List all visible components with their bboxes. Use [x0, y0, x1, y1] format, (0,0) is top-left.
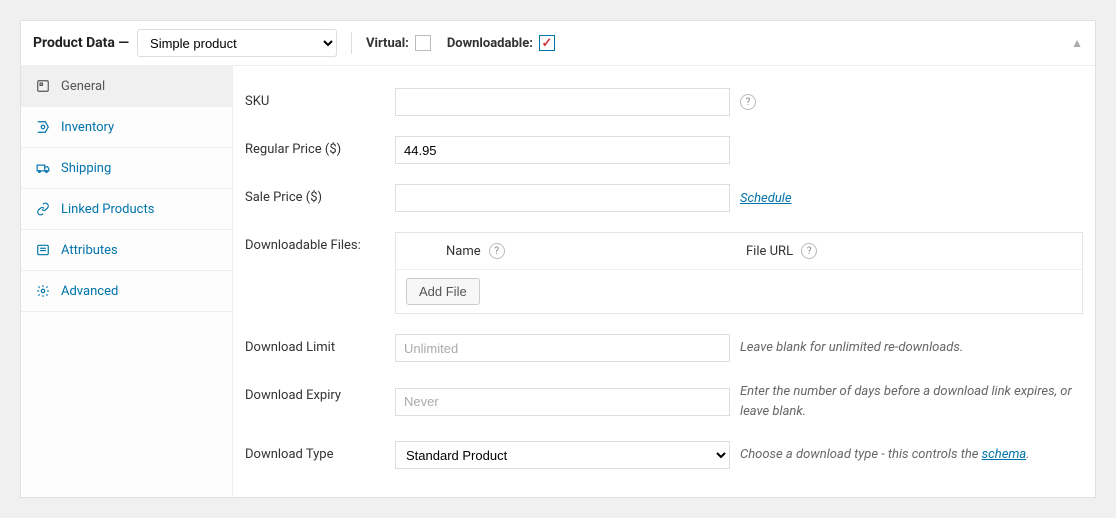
row-regular-price: Regular Price ($) — [233, 126, 1095, 174]
virtual-checkbox-wrap: Virtual: — [366, 35, 431, 51]
download-type-select[interactable]: Standard Product — [395, 441, 730, 469]
row-download-limit: Download Limit Leave blank for unlimited… — [233, 324, 1095, 372]
schema-link[interactable]: schema — [982, 447, 1027, 462]
truck-icon — [35, 160, 51, 176]
files-header: Name ? File URL ? — [396, 233, 1082, 270]
downloadable-checkbox[interactable] — [539, 35, 555, 51]
download-type-label: Download Type — [245, 441, 395, 462]
tab-inventory[interactable]: Inventory — [21, 107, 232, 148]
tab-label: Shipping — [61, 161, 111, 176]
col-url-label: File URL — [746, 244, 793, 259]
col-name: Name ? — [446, 243, 746, 259]
tab-content-general: SKU ? Regular Price ($) Sale Price ($) S… — [233, 66, 1095, 497]
tab-linked-products[interactable]: Linked Products — [21, 189, 232, 230]
list-icon — [35, 242, 51, 258]
download-expiry-input[interactable] — [395, 388, 730, 416]
downloadable-label: Downloadable: — [447, 36, 533, 51]
add-file-button[interactable]: Add File — [406, 278, 480, 305]
schedule-link[interactable]: Schedule — [740, 191, 792, 206]
tab-shipping[interactable]: Shipping — [21, 148, 232, 189]
tab-label: General — [61, 79, 105, 94]
link-icon — [35, 201, 51, 217]
collapse-icon[interactable]: ▲ — [1071, 36, 1083, 50]
virtual-label: Virtual: — [366, 36, 409, 51]
files-footer: Add File — [396, 270, 1082, 313]
product-data-panel: Product Data — Simple product Virtual: D… — [20, 20, 1096, 498]
tab-attributes[interactable]: Attributes — [21, 230, 232, 271]
download-expiry-label: Download Expiry — [245, 382, 395, 403]
help-icon[interactable]: ? — [489, 243, 505, 259]
divider — [351, 32, 352, 54]
tab-label: Advanced — [61, 284, 118, 299]
download-limit-label: Download Limit — [245, 334, 395, 355]
tab-label: Attributes — [61, 243, 118, 258]
help-icon[interactable]: ? — [740, 94, 756, 110]
tab-label: Inventory — [61, 120, 114, 135]
sidebar: General Inventory Shipping Linked Produc… — [21, 66, 233, 497]
tab-advanced[interactable]: Advanced — [21, 271, 232, 312]
regular-price-label: Regular Price ($) — [245, 136, 395, 157]
download-type-help: Choose a download type - this controls t… — [740, 445, 1030, 465]
sku-label: SKU — [245, 88, 395, 109]
virtual-checkbox[interactable] — [415, 35, 431, 51]
row-sku: SKU ? — [233, 78, 1095, 126]
row-sale-price: Sale Price ($) Schedule — [233, 174, 1095, 222]
downloadable-files-table: Name ? File URL ? Add File — [395, 232, 1083, 314]
row-download-type: Download Type Standard Product Choose a … — [233, 431, 1095, 479]
col-url: File URL ? — [746, 243, 1032, 259]
sale-price-input[interactable] — [395, 184, 730, 212]
col-name-label: Name — [446, 244, 481, 259]
regular-price-input[interactable] — [395, 136, 730, 164]
download-expiry-help: Enter the number of days before a downlo… — [740, 382, 1080, 421]
wrench-icon — [35, 78, 51, 94]
tab-label: Linked Products — [61, 202, 154, 217]
product-type-select[interactable]: Simple product — [137, 29, 337, 57]
help-icon[interactable]: ? — [801, 243, 817, 259]
download-limit-input[interactable] — [395, 334, 730, 362]
downloadable-checkbox-wrap: Downloadable: — [447, 35, 555, 51]
tab-general[interactable]: General — [21, 66, 232, 107]
panel-title: Product Data — — [33, 35, 129, 51]
downloadable-files-label: Downloadable Files: — [245, 232, 395, 253]
sku-input[interactable] — [395, 88, 730, 116]
gear-icon — [35, 283, 51, 299]
row-download-expiry: Download Expiry Enter the number of days… — [233, 372, 1095, 431]
clipboard-icon — [35, 119, 51, 135]
panel-body: General Inventory Shipping Linked Produc… — [21, 66, 1095, 497]
panel-header: Product Data — Simple product Virtual: D… — [21, 21, 1095, 66]
download-limit-help: Leave blank for unlimited re-downloads. — [740, 338, 963, 358]
sale-price-label: Sale Price ($) — [245, 184, 395, 205]
row-downloadable-files: Downloadable Files: Name ? File URL ? — [233, 222, 1095, 324]
